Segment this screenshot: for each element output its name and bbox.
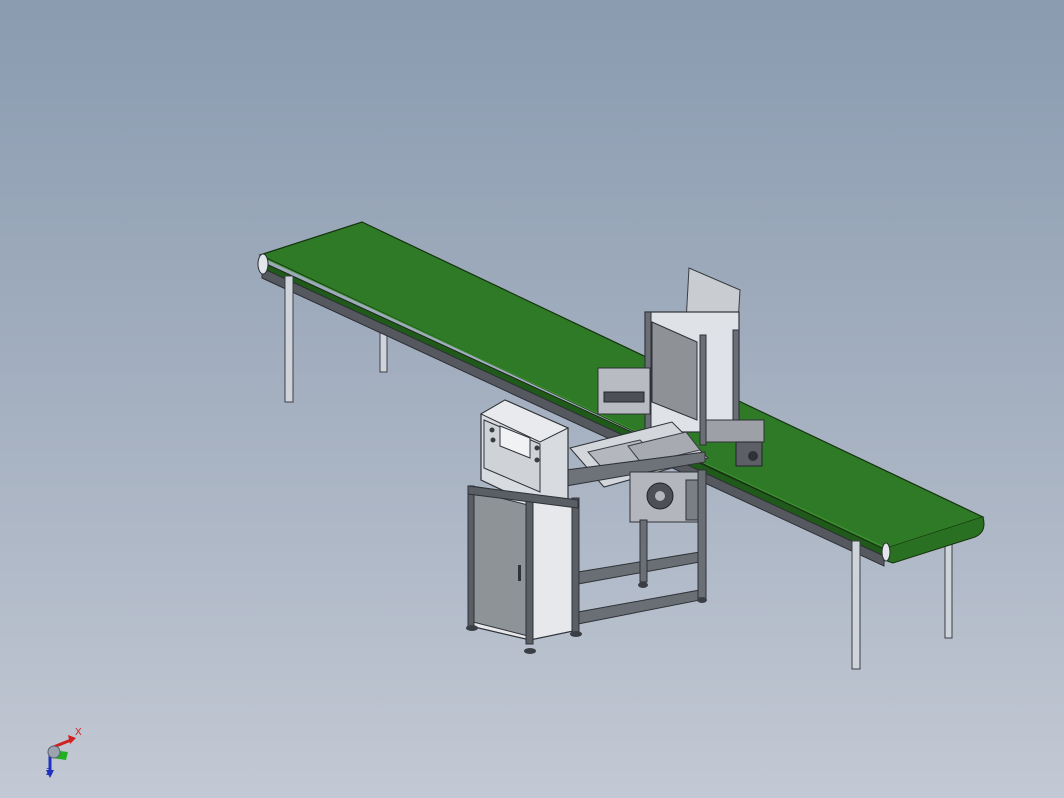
- machine-frame[interactable]: [565, 421, 709, 625]
- z-axis-label: Z: [46, 767, 53, 778]
- cad-model-assembly[interactable]: [0, 0, 1064, 798]
- orientation-triad[interactable]: X Z: [38, 722, 94, 786]
- graphics-viewport[interactable]: X Z: [0, 0, 1064, 798]
- x-axis-label: X: [75, 727, 82, 738]
- control-cabinet[interactable]: [466, 399, 582, 654]
